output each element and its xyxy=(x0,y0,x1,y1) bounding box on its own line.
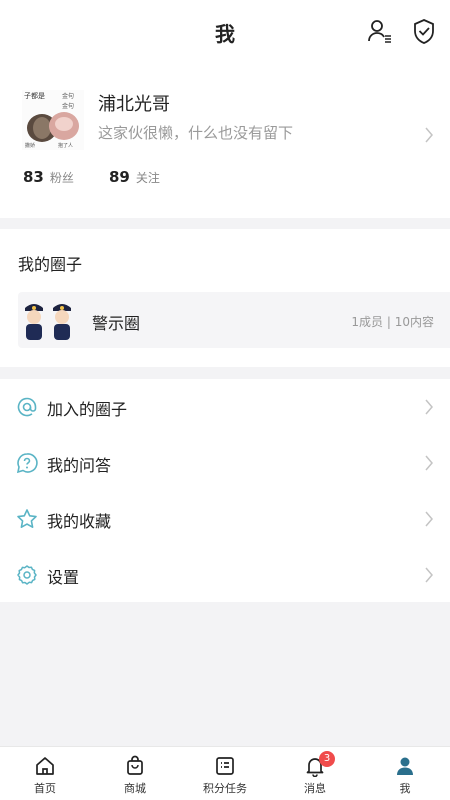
bio: 这家伙很懒，什么也没有留下 xyxy=(98,124,294,142)
avatar-caption: 金句 xyxy=(62,102,74,110)
section-title: 我的圈子 xyxy=(18,255,83,274)
profile-card[interactable]: 子都是 金句 金句 撒娇 抱了人 浦北光哥 这家伙很懒，什么也没有留下 83 粉丝… xyxy=(0,62,450,218)
avatar-caption: 撒娇 xyxy=(25,142,35,149)
chevron-right-icon xyxy=(424,398,434,416)
menu-list: 加入的圈子 我的问答 我的收藏 设置 xyxy=(0,379,450,602)
gear-icon xyxy=(16,564,38,586)
unread-badge: 3 xyxy=(319,751,335,767)
avatar-caption: 金句 xyxy=(62,92,74,100)
avatar[interactable]: 子都是 金句 金句 撒娇 抱了人 xyxy=(22,90,84,150)
my-circles-section: 我的圈子 警示圈 1成员 | 10内容 xyxy=(0,229,450,367)
question-bubble-icon xyxy=(16,452,38,474)
task-list-icon xyxy=(214,755,236,777)
menu-label: 加入的圈子 xyxy=(47,400,128,419)
tab-label: 商城 xyxy=(124,782,146,795)
circle-name: 警示圈 xyxy=(92,314,141,333)
menu-label: 我的收藏 xyxy=(47,512,112,531)
tab-label: 首页 xyxy=(34,782,56,795)
tab-points-tasks[interactable]: 积分任务 xyxy=(180,747,270,800)
avatar-caption: 子都是 xyxy=(24,92,45,100)
bottom-tab-bar: 首页 商城 积分任务 3 消息 我 xyxy=(0,746,450,800)
tab-label: 我 xyxy=(399,782,411,795)
following-count: 89 xyxy=(109,168,130,186)
shopping-bag-icon xyxy=(124,755,146,777)
menu-label: 我的问答 xyxy=(47,456,112,475)
shield-check-icon[interactable] xyxy=(410,17,438,45)
chevron-right-icon xyxy=(424,510,434,528)
menu-item-joined-circles[interactable]: 加入的圈子 xyxy=(0,379,450,435)
username: 浦北光哥 xyxy=(98,94,170,115)
star-icon xyxy=(16,508,38,530)
circle-item[interactable]: 警示圈 1成员 | 10内容 xyxy=(18,292,450,348)
police-avatars-image xyxy=(20,296,80,344)
followers-label: 粉丝 xyxy=(49,171,74,185)
followers-stat[interactable]: 83 粉丝 xyxy=(23,168,74,186)
following-label: 关注 xyxy=(135,171,160,185)
user-list-icon[interactable] xyxy=(366,17,394,45)
circle-meta: 1成员 | 10内容 xyxy=(351,315,434,329)
followers-count: 83 xyxy=(23,168,44,186)
chevron-right-icon xyxy=(424,566,434,584)
tab-messages[interactable]: 3 消息 xyxy=(270,747,360,800)
person-icon xyxy=(394,755,416,777)
following-stat[interactable]: 89 关注 xyxy=(109,168,160,186)
tab-label: 积分任务 xyxy=(203,782,247,795)
top-bar: 我 xyxy=(0,0,450,62)
at-sign-icon xyxy=(16,396,38,418)
tab-me[interactable]: 我 xyxy=(360,747,450,800)
chevron-right-icon[interactable] xyxy=(424,126,434,144)
tab-mall[interactable]: 商城 xyxy=(90,747,180,800)
tab-label: 消息 xyxy=(304,782,326,795)
avatar-caption: 抱了人 xyxy=(58,142,73,149)
home-icon xyxy=(34,755,56,777)
menu-item-my-qa[interactable]: 我的问答 xyxy=(0,435,450,491)
menu-item-my-favorites[interactable]: 我的收藏 xyxy=(0,491,450,547)
tab-home[interactable]: 首页 xyxy=(0,747,90,800)
menu-label: 设置 xyxy=(47,568,80,587)
menu-item-settings[interactable]: 设置 xyxy=(0,547,450,603)
chevron-right-icon xyxy=(424,454,434,472)
